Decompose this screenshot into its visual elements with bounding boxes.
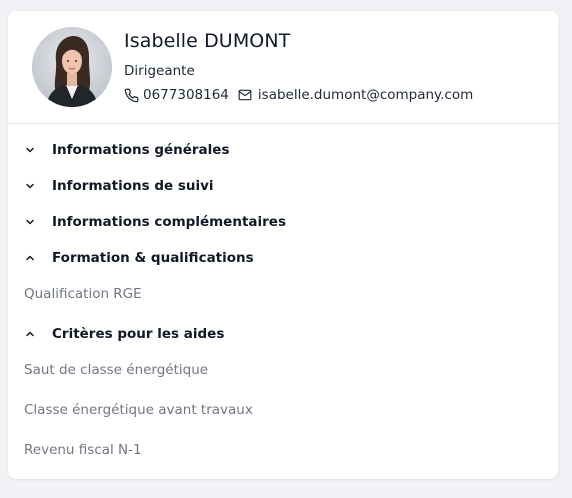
section-informations-suivi[interactable]: Informations de suivi	[24, 174, 214, 198]
avatar	[32, 27, 112, 107]
mail-icon	[238, 89, 252, 101]
section-criteres-aides[interactable]: Critères pour les aides	[24, 322, 224, 346]
email-address: isabelle.dumont@company.com	[257, 87, 474, 103]
chevron-down-icon	[26, 147, 34, 153]
section-label: Informations de suivi	[52, 178, 214, 194]
section-label: Critères pour les aides	[52, 326, 225, 342]
contact-card: Isabelle DUMONT Dirigeante 0677308164 is…	[8, 11, 558, 479]
chevron-down-icon	[26, 183, 34, 189]
section-label: Informations générales	[52, 142, 230, 158]
phone-link[interactable]: 0677308164	[124, 87, 229, 103]
contact-header: Isabelle DUMONT Dirigeante 0677308164 is…	[8, 11, 558, 124]
chevron-up-icon	[26, 255, 34, 261]
field-classe-energetique-avant-travaux[interactable]: Classe énergétique avant travaux	[24, 402, 253, 418]
chevron-up-icon	[26, 331, 34, 337]
field-qualification-rge[interactable]: Qualification RGE	[24, 286, 142, 302]
contact-details: 0677308164 isabelle.dumont@company.com	[124, 86, 473, 104]
contact-role: Dirigeante	[124, 63, 195, 79]
phone-number: 0677308164	[143, 87, 229, 103]
email-link[interactable]: isabelle.dumont@company.com	[229, 87, 473, 103]
contact-name: Isabelle DUMONT	[124, 30, 291, 52]
section-label: Informations complémentaires	[52, 214, 286, 230]
section-label: Formation & qualifications	[52, 250, 254, 266]
section-informations-complementaires[interactable]: Informations complémentaires	[24, 210, 286, 234]
field-saut-classe-energetique[interactable]: Saut de classe énergétique	[24, 362, 208, 378]
phone-icon	[124, 88, 139, 102]
section-informations-generales[interactable]: Informations générales	[24, 138, 230, 162]
section-formation-qualifications[interactable]: Formation & qualifications	[24, 246, 254, 270]
field-revenu-fiscal[interactable]: Revenu fiscal N-1	[24, 442, 142, 458]
chevron-down-icon	[26, 219, 34, 225]
